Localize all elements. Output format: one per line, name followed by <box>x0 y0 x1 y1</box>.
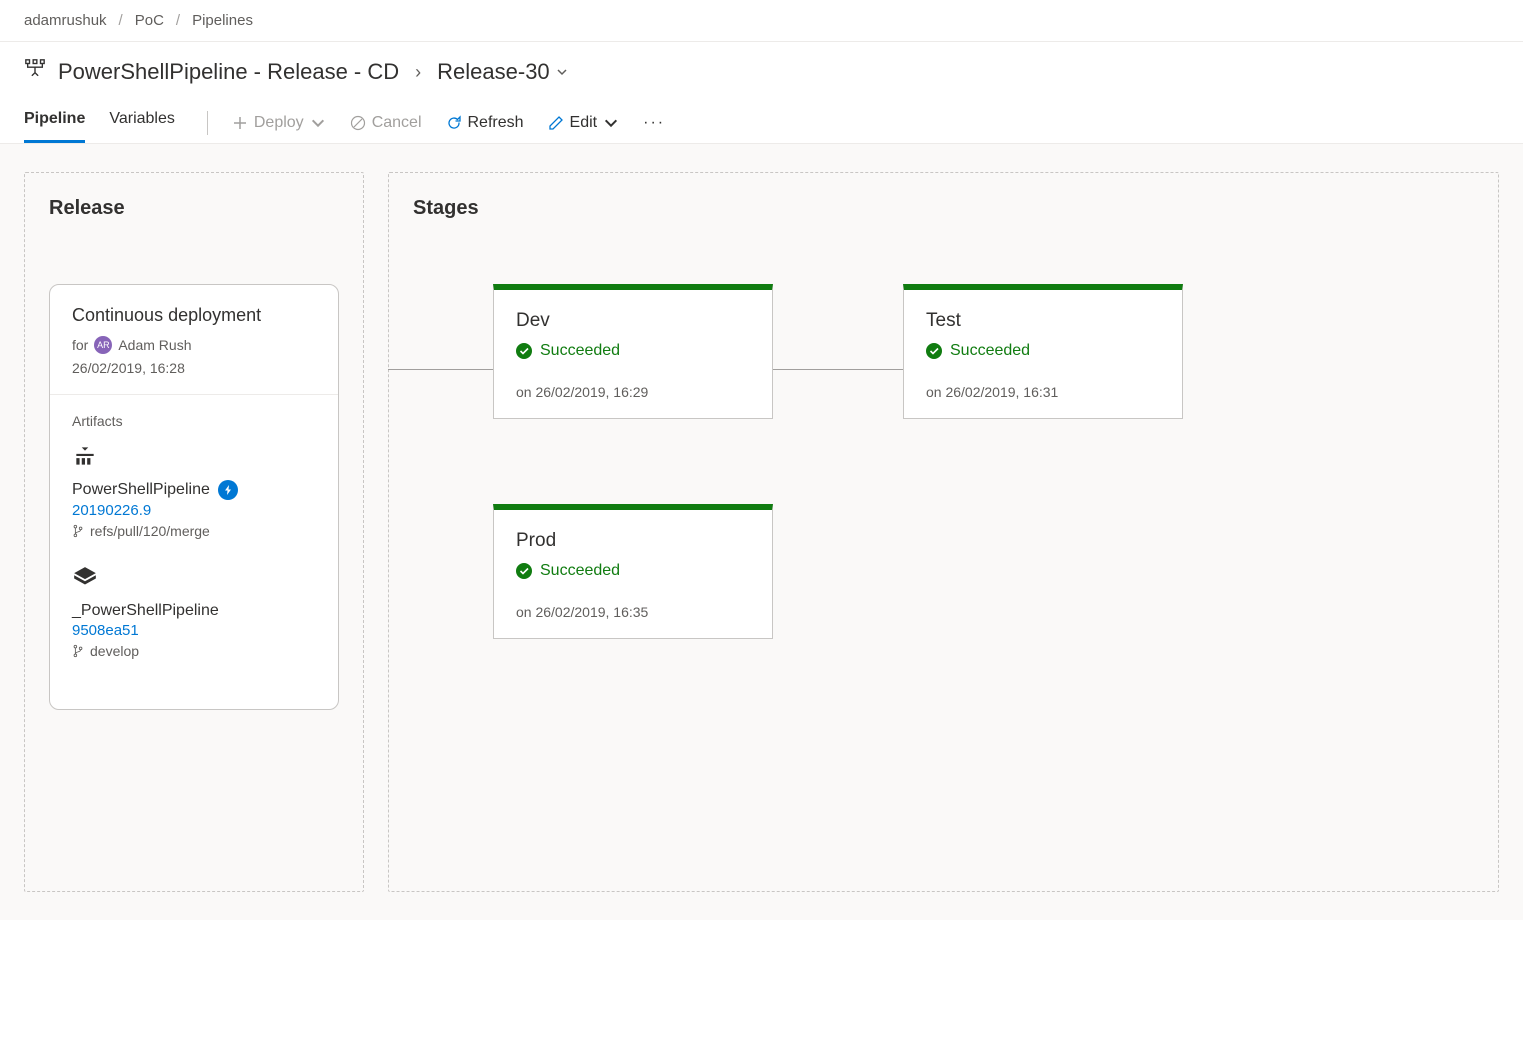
artifact-name: _PowerShellPipeline <box>72 602 316 620</box>
release-panel: Release Continuous deployment for AR Ada… <box>24 172 364 892</box>
cancel-icon <box>350 115 366 131</box>
artifact-name-link[interactable]: _PowerShellPipeline <box>72 602 219 620</box>
main-content: Release Continuous deployment for AR Ada… <box>0 144 1523 920</box>
lightning-icon <box>218 480 238 500</box>
stage-card-test[interactable]: Test Succeeded on 26/02/2019, 16:31 <box>903 284 1183 419</box>
chevron-down-icon <box>603 115 619 131</box>
stage-timestamp: on 26/02/2019, 16:29 <box>516 384 750 400</box>
build-artifact-icon <box>72 443 316 474</box>
artifacts-section: Artifacts PowerShellPipeline 20190226.9 <box>50 395 338 709</box>
success-icon <box>516 563 532 579</box>
breadcrumb-separator: / <box>176 12 180 29</box>
stage-card-prod[interactable]: Prod Succeeded on 26/02/2019, 16:35 <box>493 504 773 639</box>
edit-button[interactable]: Edit <box>548 110 620 136</box>
stage-status: Succeeded <box>516 342 750 360</box>
artifact-item: PowerShellPipeline 20190226.9 refs/pull/… <box>72 443 316 539</box>
branch-icon <box>72 644 84 658</box>
stages-panel: Stages Dev Succeeded on 26/02/2019, 16:2… <box>388 172 1499 892</box>
artifact-name: PowerShellPipeline <box>72 480 316 500</box>
stage-name: Prod <box>516 530 750 552</box>
connector-line <box>388 369 493 370</box>
success-icon <box>926 343 942 359</box>
release-card[interactable]: Continuous deployment for AR Adam Rush 2… <box>49 284 339 710</box>
stage-timestamp: on 26/02/2019, 16:35 <box>516 604 750 620</box>
toolbar-divider <box>207 111 208 135</box>
stages-grid: Dev Succeeded on 26/02/2019, 16:29 Test … <box>413 284 1474 784</box>
breadcrumb: adamrushuk / PoC / Pipelines <box>0 0 1523 41</box>
release-panel-title: Release <box>49 197 339 220</box>
tabs: Pipeline Variables <box>24 102 175 143</box>
pipeline-name[interactable]: PowerShellPipeline - Release - CD <box>58 59 399 85</box>
release-trigger-title: Continuous deployment <box>72 305 316 326</box>
branch-icon <box>72 524 84 538</box>
artifact-version-link[interactable]: 9508ea51 <box>72 622 316 639</box>
more-actions-button[interactable]: ··· <box>643 110 665 136</box>
artifact-item: _PowerShellPipeline 9508ea51 develop <box>72 565 316 659</box>
release-name-dropdown[interactable]: Release-30 <box>437 59 568 85</box>
toolbar: Deploy Cancel Refresh Edit ··· <box>232 110 665 136</box>
stage-status: Succeeded <box>516 562 750 580</box>
creator-name: Adam Rush <box>118 337 191 353</box>
stage-status: Succeeded <box>926 342 1160 360</box>
breadcrumb-project[interactable]: PoC <box>135 12 164 29</box>
stage-card-dev[interactable]: Dev Succeeded on 26/02/2019, 16:29 <box>493 284 773 419</box>
artifact-name-link[interactable]: PowerShellPipeline <box>72 481 210 499</box>
refresh-button[interactable]: Refresh <box>446 110 524 136</box>
chevron-down-icon <box>310 115 326 131</box>
artifacts-label: Artifacts <box>72 413 316 429</box>
release-card-header: Continuous deployment for AR Adam Rush 2… <box>50 285 338 395</box>
breadcrumb-org[interactable]: adamrushuk <box>24 12 107 29</box>
plus-icon <box>232 115 248 131</box>
chevron-right-icon: › <box>415 62 421 83</box>
ellipsis-icon: ··· <box>643 114 665 132</box>
breadcrumb-section[interactable]: Pipelines <box>192 12 253 29</box>
stage-name: Test <box>926 310 1160 332</box>
artifact-branch: refs/pull/120/merge <box>72 523 316 539</box>
tab-variables[interactable]: Variables <box>109 102 175 143</box>
connector-line <box>773 369 903 370</box>
pencil-icon <box>548 115 564 131</box>
stages-panel-title: Stages <box>413 197 1474 220</box>
success-icon <box>516 343 532 359</box>
stage-name: Dev <box>516 310 750 332</box>
release-creator: for AR Adam Rush <box>72 336 316 354</box>
deploy-button: Deploy <box>232 110 326 136</box>
artifact-branch: develop <box>72 643 316 659</box>
chevron-down-icon <box>556 66 568 78</box>
tab-pipeline[interactable]: Pipeline <box>24 102 85 143</box>
avatar: AR <box>94 336 112 354</box>
refresh-icon <box>446 115 462 131</box>
stage-timestamp: on 26/02/2019, 16:31 <box>926 384 1160 400</box>
cancel-button: Cancel <box>350 110 422 136</box>
release-pipeline-icon <box>24 58 46 86</box>
release-date: 26/02/2019, 16:28 <box>72 360 316 376</box>
repo-artifact-icon <box>72 565 316 596</box>
breadcrumb-separator: / <box>119 12 123 29</box>
artifact-version-link[interactable]: 20190226.9 <box>72 502 316 519</box>
tabs-toolbar: Pipeline Variables Deploy Cancel Refresh… <box>0 94 1523 144</box>
page-title-row: PowerShellPipeline - Release - CD › Rele… <box>0 42 1523 94</box>
